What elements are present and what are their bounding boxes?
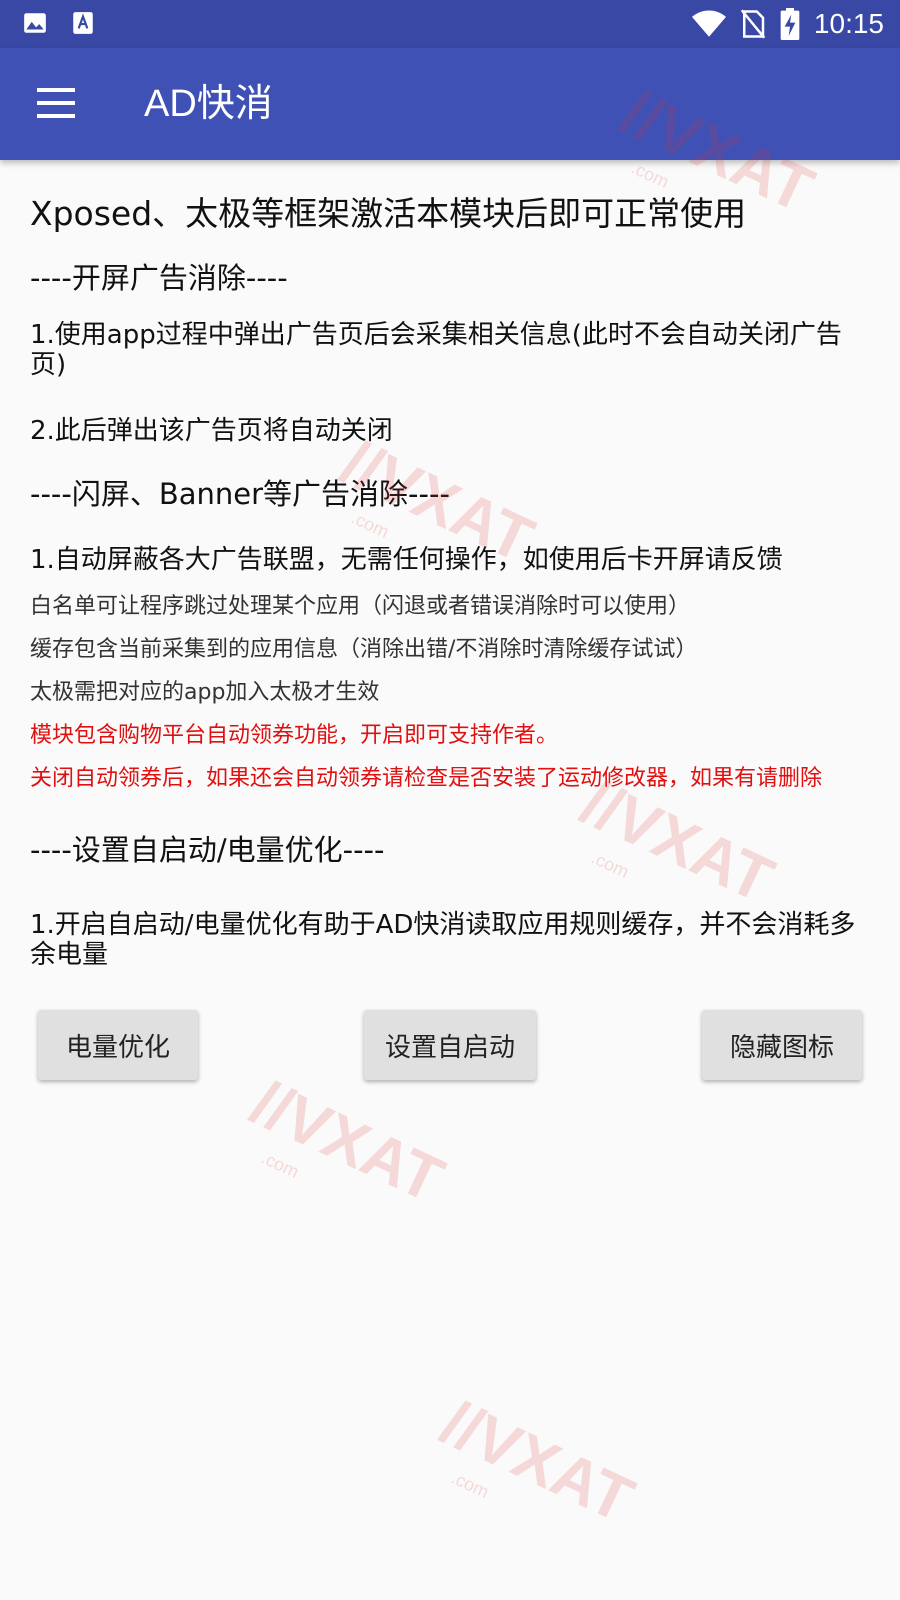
headline: Xposed、太极等框架激活本模块后即可正常使用 bbox=[30, 194, 747, 233]
note-cache: 缓存包含当前采集到的应用信息（消除出错/不消除时清除缓存试试） bbox=[30, 637, 698, 662]
battery-charging-icon bbox=[780, 8, 800, 40]
banner-step-1: 1.自动屏蔽各大广告联盟，无需任何操作，如使用后卡开屏请反馈 bbox=[30, 545, 783, 575]
note-taichi: 太极需把对应的app加入太极才生效 bbox=[30, 680, 380, 705]
app-title: AD快消 bbox=[144, 83, 273, 125]
status-bar: 10:15 bbox=[0, 0, 900, 48]
svg-text:.com: .com bbox=[628, 157, 672, 192]
splash-step-2: 2.此后弹出该广告页将自动关闭 bbox=[30, 416, 393, 446]
svg-text://VXAT: //VXAT bbox=[431, 1386, 644, 1536]
image-icon bbox=[24, 13, 46, 33]
no-sim-icon bbox=[740, 9, 766, 39]
svg-text:.com: .com bbox=[348, 507, 392, 542]
watermark-logo: //VXAT .com bbox=[241, 1066, 454, 1216]
note-coupon: 模块包含购物平台自动领券功能，开启即可支持作者。 bbox=[30, 723, 559, 748]
splash-step-1: 1.使用app过程中弹出广告页后会采集相关信息(此时不会自动关闭广告页) bbox=[30, 320, 842, 380]
wifi-icon bbox=[691, 10, 726, 37]
set-autostart-button[interactable]: 设置自启动 bbox=[364, 1010, 536, 1080]
clock-time: 10:15 bbox=[813, 8, 884, 39]
hide-icon-button[interactable]: 隐藏图标 bbox=[702, 1010, 862, 1080]
svg-text://VXAT: //VXAT bbox=[241, 1066, 454, 1216]
menu-button[interactable] bbox=[24, 76, 88, 132]
app-bar: AD快消 bbox=[0, 48, 900, 160]
watermark-logo: //VXAT .com bbox=[431, 1386, 644, 1536]
section-title-autostart: ----设置自启动/电量优化---- bbox=[30, 833, 385, 867]
note-whitelist: 白名单可让程序跳过处理某个应用（闪退或者错误消除时可以使用） bbox=[30, 594, 691, 619]
svg-text:.com: .com bbox=[258, 1147, 302, 1182]
autostart-step-1: 1.开启自启动/电量优化有助于AD快消读取应用规则缓存，并不会消耗多余电量 bbox=[30, 910, 856, 970]
section-title-splash: ----开屏广告消除---- bbox=[30, 261, 288, 295]
battery-optimization-button[interactable]: 电量优化 bbox=[38, 1010, 198, 1080]
svg-text:.com: .com bbox=[448, 1467, 492, 1502]
text-app-icon bbox=[73, 12, 93, 34]
section-title-banner: ----闪屏、Banner等广告消除---- bbox=[30, 477, 450, 511]
note-coupon-off: 关闭自动领券后，如果还会自动领券请检查是否安装了运动修改器，如果有请删除 bbox=[30, 766, 823, 791]
hamburger-icon bbox=[37, 88, 75, 92]
